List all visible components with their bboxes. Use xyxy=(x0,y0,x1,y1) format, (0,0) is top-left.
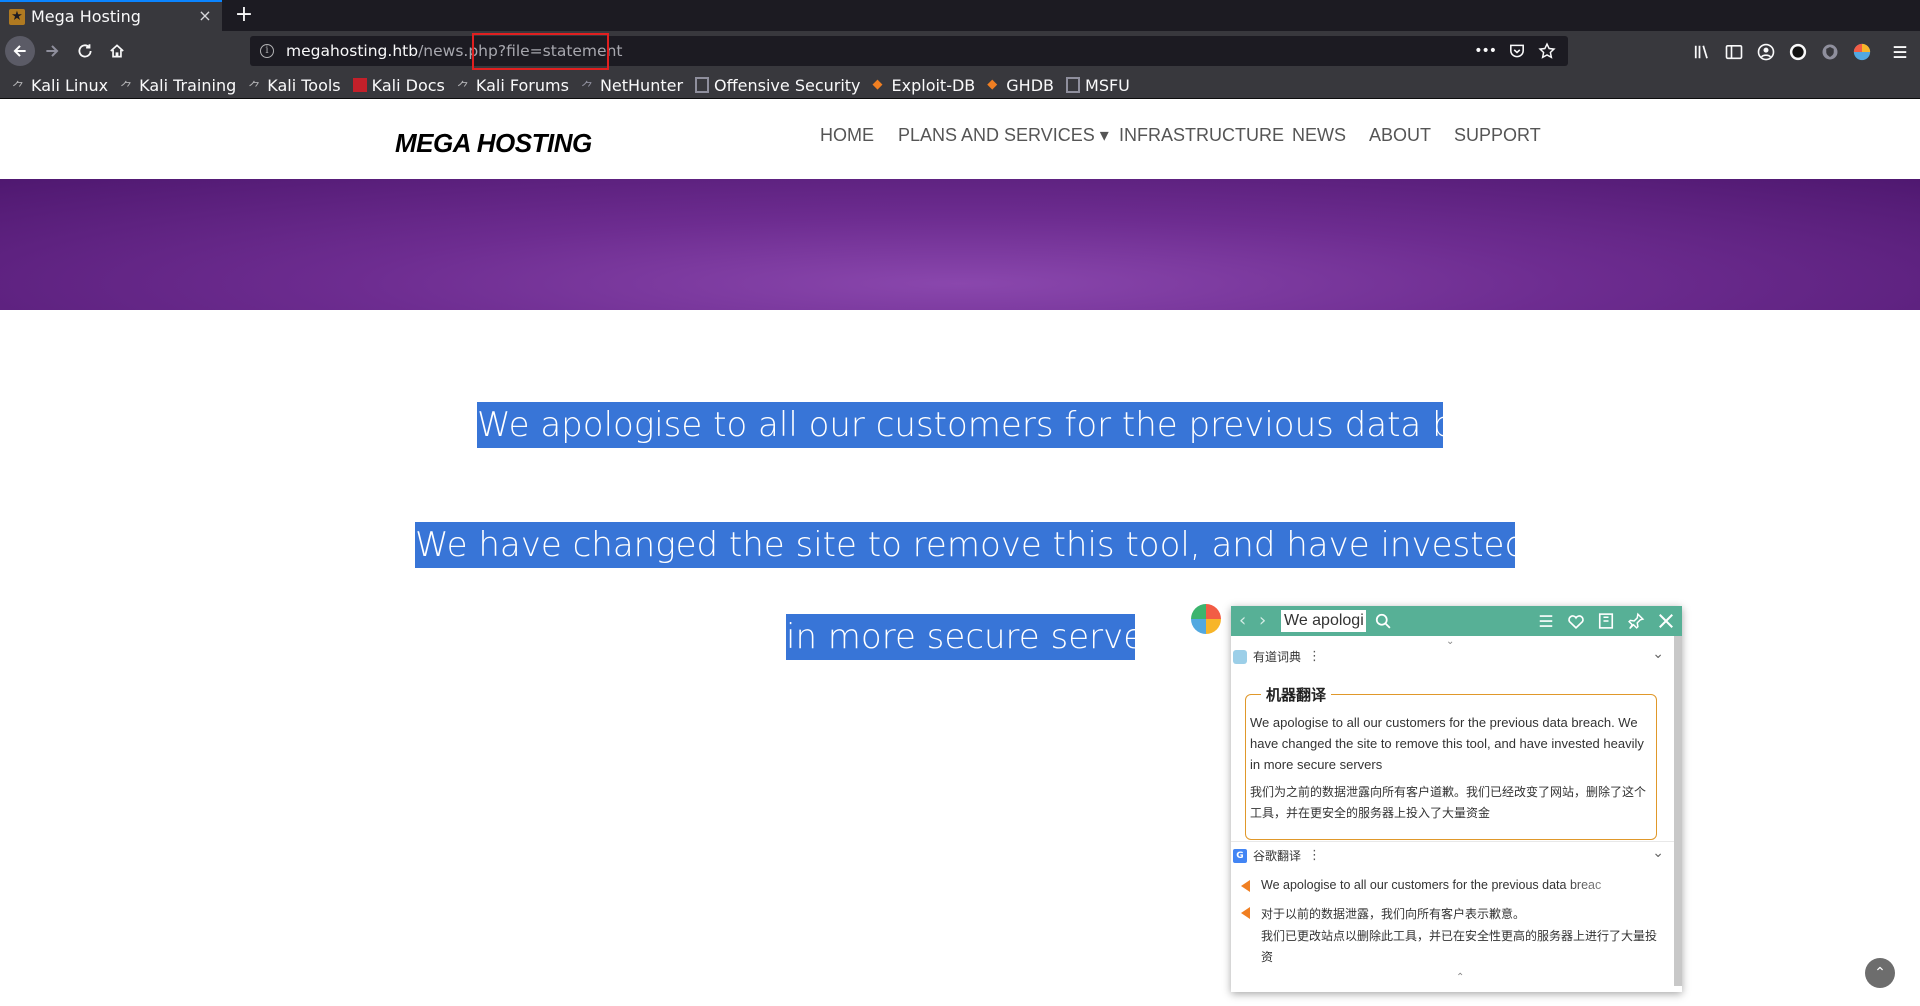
google-target-text-1: 对于以前的数据泄露，我们向所有客户表示歉意。 xyxy=(1261,907,1526,921)
youdao-logo-icon[interactable] xyxy=(1191,604,1221,634)
kali-dragon-icon: ⺈ xyxy=(248,81,262,96)
bookmark-kali-training[interactable]: ⺈ Kali Training xyxy=(120,76,236,97)
offsec-icon xyxy=(695,77,710,93)
pocket-icon[interactable] xyxy=(1508,42,1526,60)
reload-icon xyxy=(78,44,92,58)
account-icon[interactable] xyxy=(1756,42,1776,62)
browser-chrome: ★ Mega Hosting × + i megahosting.htb/new… xyxy=(0,0,1920,99)
bookmark-star-icon[interactable] xyxy=(1538,42,1556,60)
popup-search-icon[interactable] xyxy=(1373,611,1393,631)
bookmark-exploit-db[interactable]: ◆ Exploit-DB xyxy=(873,76,976,95)
page-actions-menu-icon[interactable]: ••• xyxy=(1474,42,1497,60)
kali-dragon-icon: ⺈ xyxy=(456,81,470,96)
hero-banner xyxy=(0,179,1920,310)
msfu-icon xyxy=(1066,77,1081,93)
bookmark-offensive-security[interactable]: Offensive Security xyxy=(695,76,861,95)
popup-list-icon[interactable] xyxy=(1536,611,1556,631)
nav-about[interactable]: ABOUT xyxy=(1369,125,1431,146)
bookmark-kali-docs[interactable]: Kali Docs xyxy=(352,76,445,95)
bookmark-kali-linux[interactable]: ⺈ Kali Linux xyxy=(12,76,108,97)
popup-body: ⌄ 有道词典 ⋮ ⌄ 机器翻译 We apologise to all our c… xyxy=(1231,636,1676,986)
nav-plans-and-services[interactable]: PLANS AND SERVICES ▾ xyxy=(898,125,1109,146)
forward-arrow-icon xyxy=(46,45,59,57)
section-divider xyxy=(1231,841,1676,842)
exploit-db-icon: ◆ xyxy=(872,77,883,92)
google-translate-icon: G xyxy=(1233,848,1247,863)
speaker-icon[interactable] xyxy=(1241,907,1250,919)
address-bar[interactable]: i megahosting.htb/news.php?file=statemen… xyxy=(250,36,1568,66)
nav-support[interactable]: SUPPORT xyxy=(1454,125,1541,146)
popup-search-input[interactable]: We apologi xyxy=(1281,610,1366,632)
nethunter-icon: ⺈ xyxy=(580,81,594,96)
forward-button[interactable] xyxy=(37,36,67,66)
google-source-text: We apologise to all our customers for th… xyxy=(1261,878,1602,892)
bookmark-nethunter[interactable]: ⺈ NetHunter xyxy=(580,76,683,97)
nav-news[interactable]: NEWS xyxy=(1292,125,1346,146)
tab-close-icon[interactable]: × xyxy=(196,8,214,24)
ghdb-icon: ◆ xyxy=(987,77,998,92)
mt-source-text: We apologise to all our customers for th… xyxy=(1250,715,1644,772)
bookmark-msfu[interactable]: MSFU xyxy=(1066,76,1130,95)
home-button[interactable] xyxy=(102,36,132,66)
browser-tab[interactable]: ★ Mega Hosting × xyxy=(0,0,222,31)
extension-dark-circle-icon[interactable] xyxy=(1788,42,1808,62)
google-target-text-2: 我们已更改站点以删除此工具，并已在安全性更高的服务器上进行了大量投资 xyxy=(1261,929,1658,964)
translation-popup: ‹ › We apologi ⌄ 有道词典 ⋮ ⌄ 机器翻译 We apologi… xyxy=(1231,606,1682,992)
google-translate-header[interactable]: G 谷歌翻译 ⋮ xyxy=(1233,847,1321,864)
chevron-up-icon: ⌃ xyxy=(1874,965,1886,981)
kali-dragon-icon: ⺈ xyxy=(120,81,134,96)
nav-infrastructure[interactable]: INFRASTRUCTURE xyxy=(1119,125,1284,146)
mt-target-text: 我们为之前的数据泄露向所有客户道歉。我们已经改变了网站，删除了这个工具，并在更安… xyxy=(1250,785,1647,820)
statement-line-3: in more secure servers xyxy=(786,614,1176,660)
statement-line-1: We apologise to all our customers for th… xyxy=(477,402,1560,448)
bookmark-kali-tools[interactable]: ⺈ Kali Tools xyxy=(248,76,340,97)
youdao-collapse-chevron-icon[interactable]: ⌄ xyxy=(1652,646,1664,662)
statement-line-2: We have changed the site to remove this … xyxy=(415,522,1659,568)
popup-toolbar: ‹ › We apologi xyxy=(1231,606,1682,636)
site-info-icon[interactable]: i xyxy=(260,44,274,58)
home-icon xyxy=(110,44,124,58)
hamburger-menu-icon[interactable] xyxy=(1890,42,1910,62)
speaker-icon[interactable] xyxy=(1241,880,1250,892)
nav-home[interactable]: HOME xyxy=(820,125,874,146)
extension-shield-icon[interactable] xyxy=(1820,42,1840,62)
site-logo[interactable]: MEGA HOSTING xyxy=(395,128,592,159)
page-action-icons: ••• xyxy=(1474,42,1556,60)
google-more-icon[interactable]: ⋮ xyxy=(1308,848,1321,863)
tab-title: Mega Hosting xyxy=(31,7,141,26)
youdao-dict-icon xyxy=(1233,649,1247,664)
kali-docs-icon xyxy=(352,78,367,92)
bookmark-kali-forums[interactable]: ⺈ Kali Forums xyxy=(456,76,569,97)
collapse-bottom-chevron-icon[interactable]: ⌃ xyxy=(1456,972,1464,983)
youdao-extension-icon[interactable] xyxy=(1852,42,1872,62)
popup-forward-icon[interactable]: › xyxy=(1259,611,1266,631)
navigation-toolbar: i megahosting.htb/news.php?file=statemen… xyxy=(0,31,1920,72)
scroll-to-top-button[interactable]: ⌃ xyxy=(1865,958,1895,988)
sidebar-icon[interactable] xyxy=(1724,42,1744,62)
library-icon[interactable] xyxy=(1692,42,1712,62)
popup-back-icon[interactable]: ‹ xyxy=(1239,611,1246,631)
popup-close-icon[interactable] xyxy=(1656,611,1676,631)
favicon-star-icon: ★ xyxy=(9,8,25,25)
back-button[interactable] xyxy=(5,36,35,66)
kali-dragon-icon: ⺈ xyxy=(12,81,26,96)
collapse-top-chevron-icon[interactable]: ⌄ xyxy=(1446,636,1454,647)
reload-button[interactable] xyxy=(70,36,100,66)
popup-book-icon[interactable] xyxy=(1596,611,1616,631)
popup-scrollbar[interactable] xyxy=(1674,636,1682,986)
url-text[interactable]: megahosting.htb/news.php?file=statement xyxy=(286,42,622,60)
tab-strip: ★ Mega Hosting × + xyxy=(0,0,1920,31)
machine-translation-title: 机器翻译 xyxy=(1261,684,1332,705)
new-tab-button[interactable]: + xyxy=(231,2,257,28)
bookmarks-toolbar: ⺈ Kali Linux ⺈ Kali Training ⺈ Kali Tools K… xyxy=(0,72,1920,99)
google-collapse-chevron-icon[interactable]: ⌄ xyxy=(1652,845,1664,861)
popup-pin-icon[interactable] xyxy=(1626,611,1646,631)
back-arrow-icon xyxy=(13,45,26,57)
youdao-more-icon[interactable]: ⋮ xyxy=(1308,649,1321,664)
bookmark-ghdb[interactable]: ◆ GHDB xyxy=(987,76,1054,95)
youdao-dict-header[interactable]: 有道词典 ⋮ xyxy=(1233,648,1321,665)
popup-favorite-icon[interactable] xyxy=(1566,611,1586,631)
